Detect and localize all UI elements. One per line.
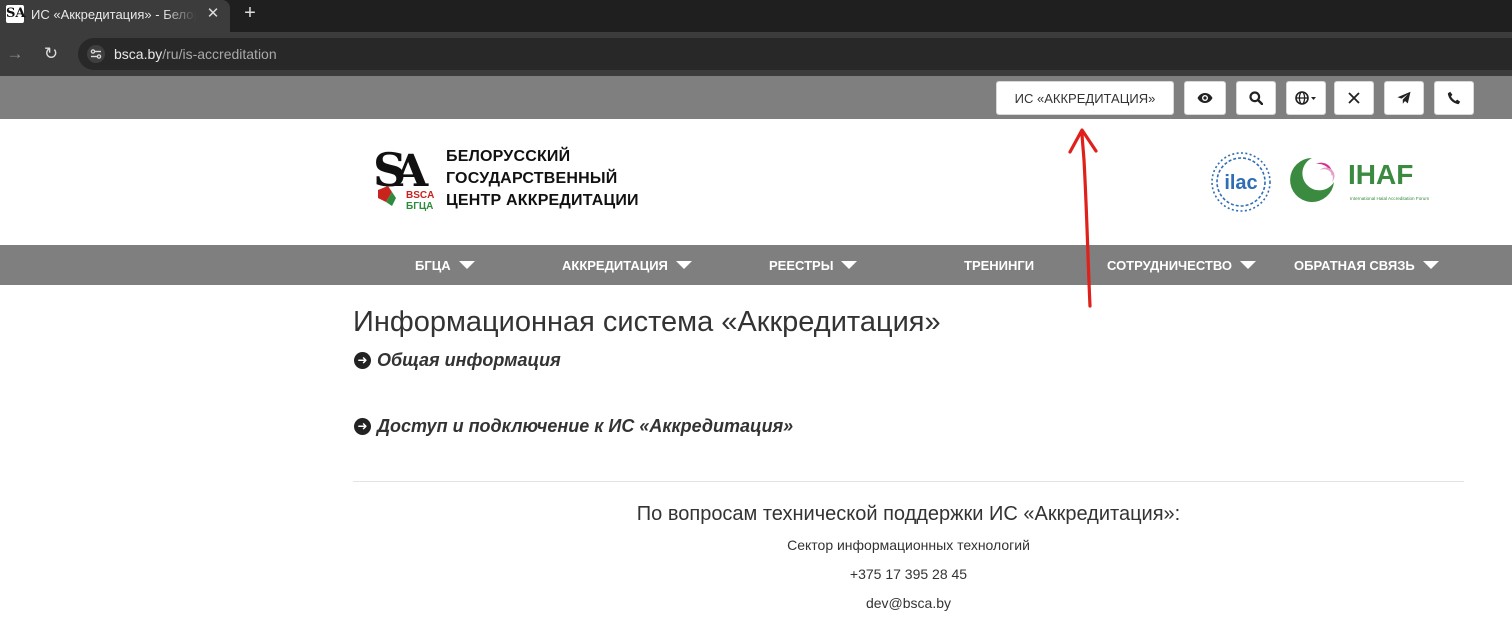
- support-email[interactable]: dev@bsca.by: [353, 595, 1464, 611]
- content-divider: [353, 481, 1464, 482]
- section-access-connection[interactable]: ➜ Доступ и подключение к ИС «Аккредитаци…: [354, 416, 793, 437]
- eye-icon: [1197, 93, 1213, 103]
- tab-title: ИС «Аккредитация» - Белорусский: [31, 7, 196, 22]
- browser-tab[interactable]: SA ИС «Аккредитация» - Белорусский ✕: [0, 0, 230, 32]
- page-title: Информационная система «Аккредитация»: [353, 306, 941, 338]
- support-title: По вопросам технической поддержки ИС «Ак…: [636, 503, 1181, 525]
- ihaf-logo[interactable]: IHAF International Halal Accreditation F…: [1286, 152, 1442, 206]
- nav-item-trainings[interactable]: ТРЕНИНГИ: [964, 245, 1034, 285]
- telegram-button[interactable]: [1384, 81, 1424, 115]
- accessibility-button[interactable]: [1184, 81, 1226, 115]
- close-tab-icon[interactable]: ✕: [204, 5, 222, 23]
- nav-item-registries[interactable]: РЕЕСТРЫ: [769, 245, 858, 285]
- logo-text-cyr: БГЦА: [406, 201, 433, 212]
- address-bar[interactable]: bsca.by/ru/is-accreditation: [78, 38, 1512, 70]
- support-department: Сектор информационных технологий: [787, 537, 1030, 553]
- arrow-circle-right-icon: ➜: [354, 418, 371, 435]
- bsca-logo[interactable]: S A BSCA БГЦА: [372, 144, 434, 216]
- org-name-line-2: ГОСУДАРСТВЕННЫЙ: [446, 170, 618, 187]
- phone-button[interactable]: [1434, 81, 1474, 115]
- search-button[interactable]: [1236, 81, 1276, 115]
- logo-text-latin: BSCA: [406, 190, 434, 201]
- url-text: bsca.by/ru/is-accreditation: [114, 46, 277, 62]
- ilac-text: ilac: [1224, 172, 1257, 194]
- site-top-bar: ИС «АККРЕДИТАЦИЯ»: [0, 76, 1512, 119]
- nav-label: СОТРУДНИЧЕСТВО: [1107, 257, 1233, 273]
- language-button[interactable]: [1286, 81, 1326, 115]
- forward-icon[interactable]: →: [6, 44, 24, 64]
- nav-label: РЕЕСТРЫ: [769, 257, 834, 273]
- is-accreditation-button[interactable]: ИС «АККРЕДИТАЦИЯ»: [996, 81, 1174, 115]
- url-path: /ru/is-accreditation: [162, 46, 277, 62]
- nav-item-feedback[interactable]: ОБРАТНАЯ СВЯЗЬ: [1294, 245, 1439, 285]
- x-social-button[interactable]: [1334, 81, 1374, 115]
- browser-toolbar: → ↻ bsca.by/ru/is-accreditation: [0, 32, 1512, 76]
- caret-down-icon: [1422, 261, 1439, 269]
- nav-label: АККРЕДИТАЦИЯ: [562, 257, 668, 273]
- section-label: Общая информация: [377, 350, 561, 370]
- new-tab-icon[interactable]: +: [238, 2, 262, 26]
- support-phone[interactable]: +375 17 395 28 45: [353, 566, 1464, 582]
- nav-item-cooperation[interactable]: СОТРУДНИЧЕСТВО: [1107, 245, 1257, 285]
- main-nav: БГЦА АККРЕДИТАЦИЯ РЕЕСТРЫ ТРЕНИНГИ СОТРУ…: [0, 245, 1512, 285]
- site-info-icon[interactable]: [87, 45, 105, 63]
- phone-icon: [1447, 91, 1461, 105]
- search-icon: [1249, 91, 1263, 105]
- ihaf-text: IHAF: [1348, 159, 1413, 190]
- org-name-line-1: БЕЛОРУССКИЙ: [446, 148, 571, 165]
- ilac-logo[interactable]: ilac: [1206, 150, 1276, 214]
- nav-label: ОБРАТНАЯ СВЯЗЬ: [1294, 257, 1415, 273]
- caret-down-icon: [675, 261, 692, 269]
- annotation-arrow: [1068, 128, 1098, 308]
- nav-item-bsca[interactable]: БГЦА: [415, 245, 475, 285]
- section-general-info[interactable]: ➜ Общая информация: [354, 350, 561, 371]
- url-host: bsca.by: [114, 46, 163, 62]
- arrow-circle-right-icon: ➜: [354, 352, 371, 369]
- x-icon: [1348, 92, 1360, 104]
- nav-label: БГЦА: [415, 257, 451, 273]
- nav-label: ТРЕНИНГИ: [964, 257, 1035, 273]
- browser-tab-bar: SA ИС «Аккредитация» - Белорусский ✕ +: [0, 0, 1512, 32]
- reload-icon[interactable]: ↻: [41, 44, 61, 64]
- section-label: Доступ и подключение к ИС «Аккредитация»: [377, 416, 794, 436]
- telegram-icon: [1397, 91, 1411, 104]
- caret-down-icon: [458, 261, 475, 269]
- caret-down-icon: [1240, 261, 1257, 269]
- org-name-line-3: ЦЕНТР АККРЕДИТАЦИИ: [446, 192, 639, 209]
- organization-name: БЕЛОРУССКИЙ ГОСУДАРСТВЕННЫЙ ЦЕНТР АККРЕД…: [446, 146, 639, 212]
- nav-item-accreditation[interactable]: АККРЕДИТАЦИЯ: [562, 245, 692, 285]
- favicon-icon: SA: [6, 5, 26, 23]
- globe-icon: [1295, 91, 1316, 105]
- ihaf-tagline: International Halal Accreditation Forum: [1350, 196, 1429, 201]
- caret-down-icon: [841, 261, 858, 269]
